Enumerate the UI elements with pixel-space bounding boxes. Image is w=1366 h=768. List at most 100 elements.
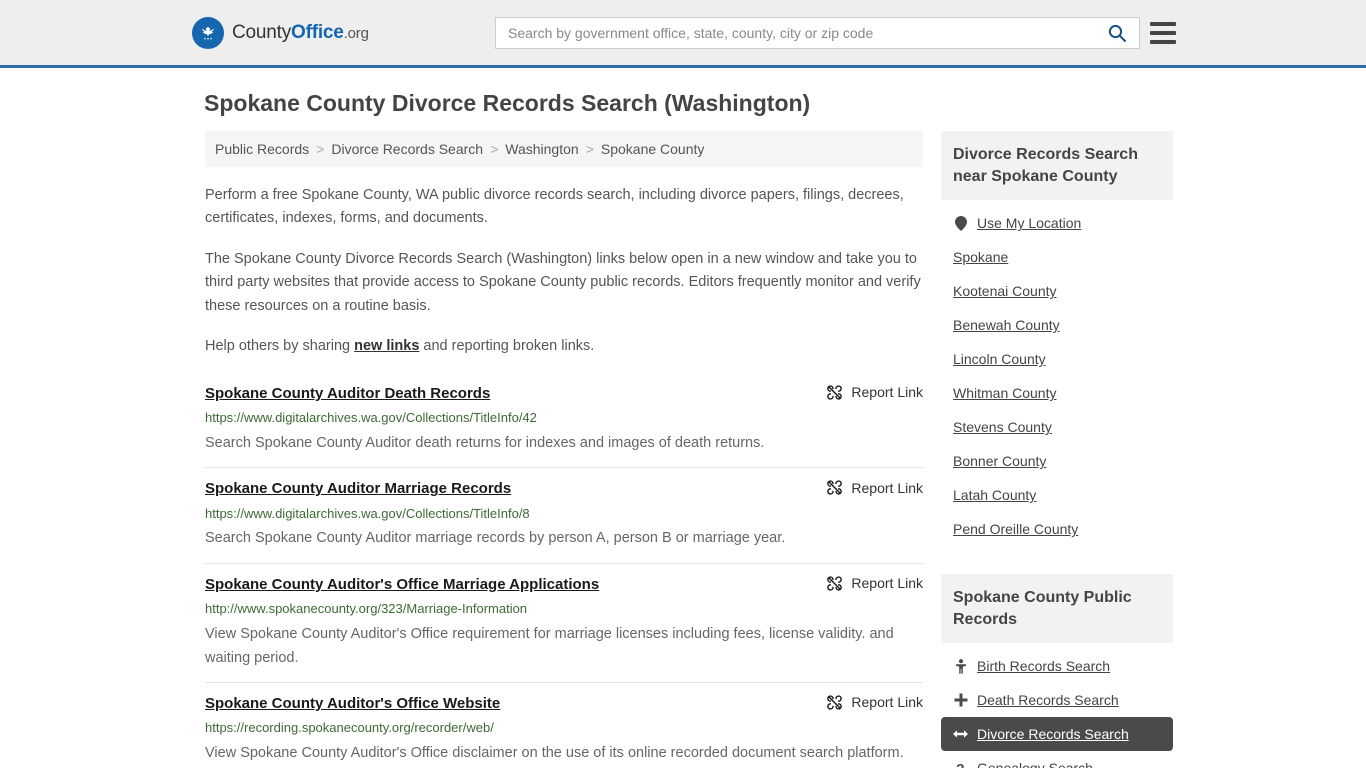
breadcrumb-item-public-records[interactable]: Public Records (215, 141, 309, 157)
intro-text-after-link: and reporting broken links. (419, 338, 595, 355)
result-description: Search Spokane County Auditor death retu… (205, 434, 765, 451)
intro-text-before-link: Help others by sharing (205, 338, 355, 355)
search-icon (1108, 24, 1126, 42)
map-pin-icon (954, 215, 967, 231)
baby-icon (953, 658, 968, 674)
result-item: Spokane County Auditor's Office Website R… (205, 683, 923, 768)
sidebar-item-lincoln-county[interactable]: Lincoln County (941, 342, 1173, 376)
sidebar-list-item: Divorce Records Search (941, 717, 1173, 752)
sidebar-item-kootenai-county[interactable]: Kootenai County (941, 274, 1173, 308)
sidebar-item-divorce-records-search[interactable]: Divorce Records Search (941, 717, 1173, 752)
breadcrumb-separator: > (585, 141, 594, 157)
report-link-button[interactable]: Report Link (826, 575, 923, 592)
search-button[interactable] (1095, 18, 1139, 48)
site-header: CountyOffice.org (0, 0, 1366, 68)
sidebar-list-item: Latah County (941, 478, 1173, 512)
report-link-label: Report Link (851, 384, 923, 401)
sidebar-item-death-records-search[interactable]: Death Records Search (941, 683, 1173, 717)
sidebar-item-label: Spokane (953, 249, 1009, 266)
breadcrumb: Public Records > Divorce Records Search … (205, 131, 923, 167)
split-arrows-icon (953, 730, 968, 738)
result-title-link[interactable]: Spokane County Auditor Marriage Records (205, 479, 511, 499)
result-header: Spokane County Auditor's Office Marriage… (205, 575, 923, 595)
sidebar-item-label: Benewah County (953, 317, 1060, 334)
sidebar-item-pend-oreille-county[interactable]: Pend Oreille County (941, 512, 1173, 546)
sidebar-list-item: Bonner County (941, 444, 1173, 478)
sidebar-item-label: Use My Location (977, 215, 1082, 232)
new-links-link[interactable]: new links (354, 338, 419, 354)
sidebar-list-item: Benewah County (941, 308, 1173, 342)
result-description: Search Spokane County Auditor marriage r… (205, 530, 786, 547)
sidebar-item-bonner-county[interactable]: Bonner County (941, 444, 1173, 478)
result-url: https://www.digitalarchives.wa.gov/Colle… (205, 410, 537, 426)
results-list: Spokane County Auditor Death Records Repo… (205, 373, 923, 768)
report-link-button[interactable]: Report Link (826, 479, 923, 496)
search-bar[interactable] (495, 16, 1140, 49)
result-title-link[interactable]: Spokane County Auditor's Office Marriage… (205, 575, 599, 595)
sidebar-list-item: Spokane (941, 240, 1173, 274)
hamburger-menu-icon[interactable] (1150, 21, 1176, 44)
broken-link-icon (827, 385, 843, 400)
question-mark-icon: ? (953, 761, 968, 768)
sidebar-public-records-list: Birth Records Search Death Records Search… (941, 643, 1173, 768)
report-link-button[interactable]: Report Link (826, 694, 923, 711)
hamburger-bar (1150, 39, 1176, 44)
plus-cross-icon (954, 693, 967, 707)
result-url: http://www.spokanecounty.org/323/Marriag… (205, 601, 528, 617)
breadcrumb-item-divorce-records-search[interactable]: Divorce Records Search (331, 141, 483, 157)
sidebar-item-label: Kootenai County (953, 283, 1057, 300)
logo-org-text: .org (343, 24, 369, 42)
result-header: Spokane County Auditor Marriage Records R… (205, 479, 923, 499)
sidebar-list-item: Pend Oreille County (941, 512, 1173, 546)
sidebar-public-records-box: Spokane County Public Records Birth Reco… (941, 574, 1173, 768)
sidebar-list-item: Death Records Search (941, 683, 1173, 717)
sidebar-item-genealogy-search[interactable]: ? Genealogy Search (941, 751, 1173, 768)
intro-text: Perform a free Spokane County, WA public… (205, 184, 923, 359)
hamburger-bar (1150, 30, 1176, 35)
hamburger-bar (1150, 21, 1176, 26)
result-item: Spokane County Auditor Marriage Records R… (205, 468, 923, 564)
sidebar-item-label: Birth Records Search (977, 658, 1111, 675)
sidebar-item-whitman-county[interactable]: Whitman County (941, 376, 1173, 410)
question-mark-icon: ? (956, 761, 965, 768)
sidebar-item-label: Genealogy Search (977, 760, 1093, 768)
sidebar-item-label: Whitman County (953, 385, 1057, 402)
baby-icon (955, 658, 966, 674)
breadcrumb-item-spokane-county[interactable]: Spokane County (601, 141, 705, 157)
sidebar-list-item: Use My Location (941, 206, 1173, 240)
search-input[interactable] (496, 17, 1095, 48)
sidebar-item-label: Lincoln County (953, 351, 1046, 368)
main-column: Public Records > Divorce Records Search … (205, 131, 923, 768)
sidebar-item-label: Pend Oreille County (953, 521, 1079, 538)
result-description: View Spokane County Auditor's Office req… (205, 626, 894, 666)
result-title-link[interactable]: Spokane County Auditor's Office Website (205, 694, 500, 714)
sidebar-item-latah-county[interactable]: Latah County (941, 478, 1173, 512)
result-item: Spokane County Auditor Death Records Repo… (205, 373, 923, 469)
breadcrumb-item-washington[interactable]: Washington (505, 141, 578, 157)
split-arrows-icon (953, 728, 968, 740)
result-item: Spokane County Auditor's Office Marriage… (205, 564, 923, 683)
page-container: Spokane County Divorce Records Search (W… (0, 90, 1366, 768)
sidebar-item-label: Divorce Records Search (977, 726, 1129, 743)
report-link-label: Report Link (851, 694, 923, 711)
site-logo[interactable]: CountyOffice.org (192, 16, 369, 49)
sidebar-item-use-my-location[interactable]: Use My Location (941, 206, 1173, 240)
broken-link-icon (827, 695, 843, 710)
result-title-link[interactable]: Spokane County Auditor Death Records (205, 384, 490, 404)
sidebar-list-item: Kootenai County (941, 274, 1173, 308)
sidebar-item-spokane[interactable]: Spokane (941, 240, 1173, 274)
report-link-button[interactable]: Report Link (826, 384, 923, 401)
sidebar-item-birth-records-search[interactable]: Birth Records Search (941, 649, 1173, 683)
sidebar-nearby-list: Use My Location Spokane Kootenai County Ben… (941, 200, 1173, 546)
sidebar-item-label: Death Records Search (977, 692, 1119, 709)
broken-link-icon (827, 480, 843, 496)
sidebar-list-item: Lincoln County (941, 342, 1173, 376)
svg-text:?: ? (956, 761, 965, 768)
sidebar-item-stevens-county[interactable]: Stevens County (941, 410, 1173, 444)
sidebar-list-item: ? Genealogy Search (941, 751, 1173, 768)
sidebar-item-benewah-county[interactable]: Benewah County (941, 308, 1173, 342)
result-description: View Spokane County Auditor's Office dis… (205, 745, 904, 762)
sidebar-item-label: Latah County (953, 487, 1037, 504)
sidebar-nearby-box: Divorce Records Search near Spokane Coun… (941, 131, 1173, 546)
logo-county-text: County (232, 21, 292, 43)
